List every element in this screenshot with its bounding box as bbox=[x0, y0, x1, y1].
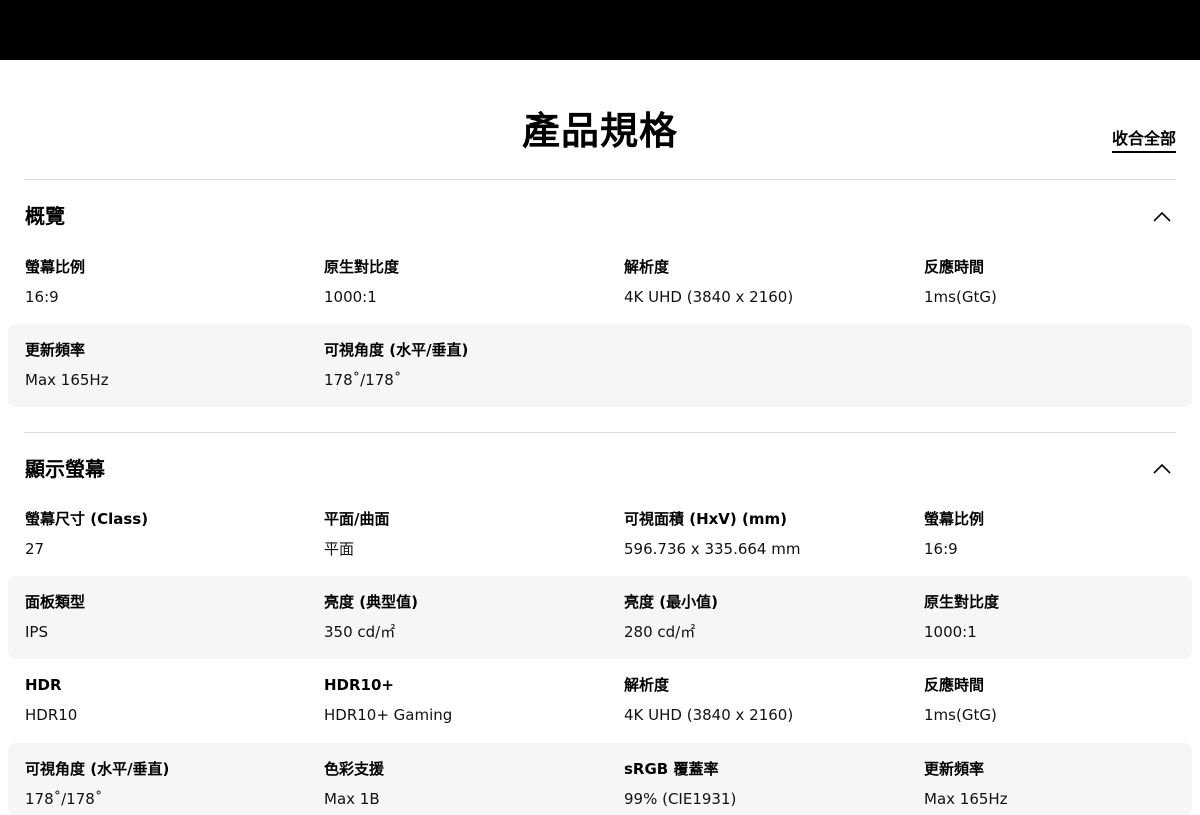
spec-label: 螢幕比例 bbox=[924, 510, 985, 528]
spec-label: 更新頻率 bbox=[25, 341, 86, 359]
spec-value: 280 cd/㎡ bbox=[624, 623, 696, 641]
spec-value: 350 cd/㎡ bbox=[324, 623, 396, 641]
collapse-overview-button[interactable] bbox=[1150, 205, 1174, 229]
spec-value: 平面 bbox=[324, 540, 355, 558]
chevron-up-icon bbox=[1153, 211, 1171, 222]
spec-label: 螢幕比例 bbox=[25, 258, 86, 276]
spec-label: 反應時間 bbox=[924, 676, 985, 694]
spec-label: 可視面積 (HxV) (mm) bbox=[624, 510, 787, 528]
spec-label: 解析度 bbox=[624, 676, 670, 694]
spec-value: HDR10 bbox=[25, 706, 78, 724]
spec-label: 可視角度 (水平/垂直) bbox=[25, 760, 170, 778]
spec-value: Max 1B bbox=[324, 790, 380, 808]
spec-value: 1000:1 bbox=[924, 623, 977, 641]
section-divider bbox=[24, 179, 1176, 180]
spec-label: 色彩支援 bbox=[324, 760, 385, 778]
spec-item: 面板類型 IPS bbox=[25, 592, 315, 675]
spec-value: 99% (CIE1931) bbox=[624, 790, 737, 808]
spec-value: 596.736 x 335.664 mm bbox=[624, 540, 801, 558]
spec-label: 原生對比度 bbox=[324, 258, 400, 276]
spec-label: 面板類型 bbox=[25, 593, 86, 611]
spec-value: 1ms(GtG) bbox=[924, 706, 997, 724]
chevron-up-icon bbox=[1153, 463, 1171, 474]
spec-row: 更新頻率 Max 165Hz 可視角度 (水平/垂直) 178˚/178˚ bbox=[8, 324, 1192, 407]
spec-row: 可視角度 (水平/垂直) 178˚/178˚ 色彩支援 Max 1B sRGB … bbox=[8, 743, 1192, 815]
spec-value: 4K UHD (3840 x 2160) bbox=[624, 288, 794, 306]
section-title-display: 顯示螢幕 bbox=[25, 457, 105, 481]
spec-value: Max 165Hz bbox=[25, 371, 109, 389]
spec-value: Max 165Hz bbox=[924, 790, 1008, 808]
spec-value: 1ms(GtG) bbox=[924, 288, 997, 306]
spec-value: 4K UHD (3840 x 2160) bbox=[624, 706, 794, 724]
spec-item: 更新頻率 Max 165Hz bbox=[924, 759, 1200, 815]
spec-item: 色彩支援 Max 1B bbox=[324, 759, 614, 815]
spec-label: 更新頻率 bbox=[924, 760, 985, 778]
spec-value: 27 bbox=[25, 540, 45, 558]
collapse-display-button[interactable] bbox=[1150, 457, 1174, 481]
spec-label: 亮度 (典型值) bbox=[324, 593, 418, 611]
spec-label: 反應時間 bbox=[924, 258, 985, 276]
spec-label: 螢幕尺寸 (Class) bbox=[25, 510, 149, 528]
collapse-all-link[interactable]: 收合全部 bbox=[1111, 128, 1176, 153]
spec-item: sRGB 覆蓋率 99% (CIE1931) bbox=[624, 759, 914, 815]
spec-label: 原生對比度 bbox=[924, 593, 1000, 611]
page-title: 產品規格 bbox=[521, 109, 678, 153]
spec-item: 亮度 (最小值) 280 cd/㎡ bbox=[624, 592, 914, 675]
spec-label: sRGB 覆蓋率 bbox=[624, 760, 719, 778]
spec-label: 可視角度 (水平/垂直) bbox=[324, 341, 469, 359]
spec-label: HDR10+ bbox=[324, 676, 394, 694]
section-divider bbox=[24, 432, 1176, 433]
spec-row: 面板類型 IPS 亮度 (典型值) 350 cd/㎡ 亮度 (最小值) 280 … bbox=[8, 576, 1192, 659]
spec-value: 178˚/178˚ bbox=[324, 371, 402, 389]
spec-value: 178˚/178˚ bbox=[25, 790, 103, 808]
spec-value: 1000:1 bbox=[324, 288, 377, 306]
spec-label: HDR bbox=[25, 676, 62, 694]
spec-value: 16:9 bbox=[25, 288, 59, 306]
spec-item: 原生對比度 1000:1 bbox=[924, 592, 1200, 675]
spec-item: 亮度 (典型值) 350 cd/㎡ bbox=[324, 592, 614, 675]
spec-item: 可視角度 (水平/垂直) 178˚/178˚ bbox=[324, 340, 614, 423]
section-title-overview: 概覽 bbox=[25, 204, 65, 228]
spec-label: 亮度 (最小值) bbox=[624, 593, 718, 611]
spec-item: 可視角度 (水平/垂直) 178˚/178˚ bbox=[25, 759, 315, 815]
spec-label: 平面/曲面 bbox=[324, 510, 390, 528]
spec-item: 更新頻率 Max 165Hz bbox=[25, 340, 315, 423]
spec-value: HDR10+ Gaming bbox=[324, 706, 453, 724]
spec-label: 解析度 bbox=[624, 258, 670, 276]
spec-value: IPS bbox=[25, 623, 48, 641]
spec-value: 16:9 bbox=[924, 540, 958, 558]
top-navigation-bar bbox=[0, 0, 1200, 60]
